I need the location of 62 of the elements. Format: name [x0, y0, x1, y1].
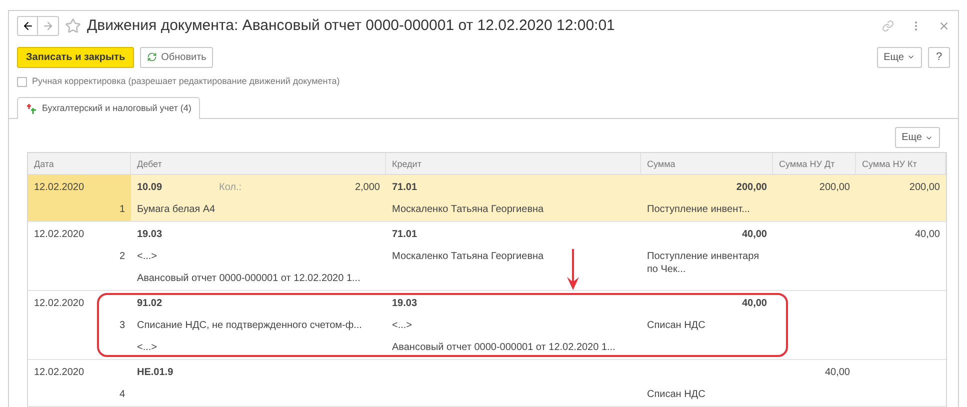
account-code: 10.09 [137, 182, 162, 193]
column-header[interactable]: Кредит [386, 153, 641, 174]
account-code: 19.03 [392, 298, 418, 309]
refresh-button[interactable]: Обновить [140, 46, 214, 68]
account-code: 71.01 [392, 182, 418, 193]
subconto-text: Москаленко Татьяна Георгиевна [392, 251, 544, 262]
content-note: Списан НДС [647, 320, 706, 331]
column-header[interactable]: Сумма НУ Кт [856, 153, 946, 174]
arrow-icon [566, 249, 580, 291]
subconto-text: Бумага белая А4 [137, 204, 216, 215]
quantity-value: 2,000 [354, 181, 380, 195]
tax-credit-amount: 200,00 [909, 181, 940, 195]
account-code: 19.03 [137, 229, 162, 240]
refresh-icon [147, 52, 158, 62]
table-row[interactable]: 12.02.2020 1 10.09 Кол.: 2,000 Бумага белая А4 71.01 Москаленко Татьяна Георгиевна 200,00 Поступление инвент... 200,00 200,00 [28, 175, 946, 222]
help-button[interactable]: ? [928, 46, 950, 68]
row-number: 2 [119, 250, 125, 264]
tax-credit-amount: 40,00 [914, 228, 940, 242]
manual-edit-checkbox[interactable] [17, 77, 27, 87]
close-icon[interactable] [938, 20, 950, 32]
table-more-button[interactable]: Еще [894, 127, 940, 148]
subconto-text: Авансовый отчет 0000-000001 от 12.02.2020 1... [137, 273, 360, 284]
tax-debit-amount: 40,00 [824, 366, 850, 380]
row-number: 3 [119, 319, 125, 333]
amount-cell-text: 40,00 [742, 297, 767, 311]
amount-cell-text: 200,00 [736, 181, 767, 195]
subconto-text: <...> [137, 342, 158, 353]
back-icon [22, 20, 34, 32]
column-header[interactable]: Сумма НУ Дт [773, 153, 856, 174]
content-note: Поступление инвент... [647, 204, 750, 215]
column-header[interactable]: Дата [28, 153, 131, 174]
subconto-text: <...> [137, 251, 158, 262]
content-note: Поступление инвентаря по Чек... [647, 251, 759, 275]
date-cell: 12.02.2020 [34, 298, 84, 309]
subconto-text: <...> [392, 320, 412, 331]
date-cell: 12.02.2020 [34, 367, 84, 378]
tab[interactable]: Бухгалтерский и налоговый учет (4) [17, 97, 200, 119]
checkbox-label: Ручная корректировка (разрешает редактирование движений документа) [32, 75, 340, 88]
account-code: 91.02 [137, 298, 162, 309]
content-note: Списан НДС [647, 389, 706, 400]
date-cell: 12.02.2020 [34, 182, 84, 193]
subconto-text: Списание НДС, не подтвержденного счетом-ф... [137, 320, 362, 331]
save-and-close-button[interactable]: Записать и закрыть [17, 46, 134, 68]
forward-icon [42, 20, 54, 32]
favorite-star-icon[interactable] [65, 18, 81, 34]
more-button[interactable]: Еще [876, 46, 922, 68]
account-code: НЕ.01.9 [137, 367, 174, 378]
column-header[interactable]: Дебет [131, 153, 386, 174]
account-code: 71.01 [392, 229, 418, 240]
column-header[interactable]: Сумма [641, 153, 773, 174]
amount-cell-text: 40,00 [742, 228, 767, 242]
subconto-text: Москаленко Татьяна Георгиевна [392, 204, 544, 215]
tax-debit-amount: 200,00 [819, 181, 850, 195]
caret-icon [907, 53, 915, 61]
row-number: 4 [119, 388, 125, 402]
link-icon[interactable] [882, 20, 894, 32]
ledger-icon [26, 104, 37, 114]
window-title: Движения документа: Авансовый отчет 0000-000001 от 12.02.2020 12:00:01 [87, 16, 615, 36]
date-cell: 12.02.2020 [34, 229, 84, 240]
subconto-text: Авансовый отчет 0000-000001 от 12.02.2020 1... [392, 342, 616, 353]
row-number: 1 [119, 203, 125, 217]
quantity-label: Кол.: [219, 182, 242, 193]
